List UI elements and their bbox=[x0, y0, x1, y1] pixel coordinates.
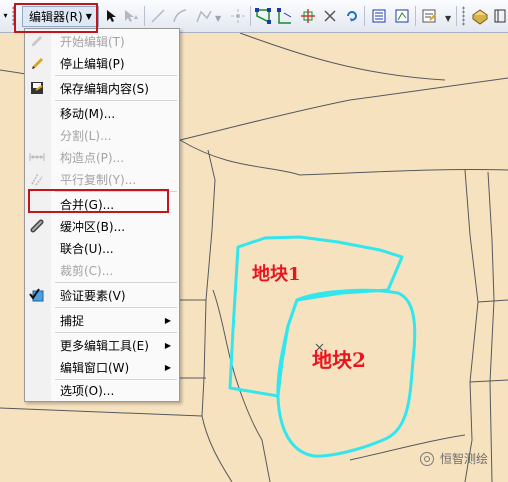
menu-item-move[interactable]: 移动(M)... bbox=[25, 102, 179, 124]
pencil-icon bbox=[29, 33, 45, 49]
annotation-edit-icon[interactable] bbox=[121, 6, 141, 26]
create-features-icon[interactable] bbox=[419, 6, 439, 26]
watermark-logo-icon bbox=[420, 451, 434, 466]
construct-points-icon bbox=[29, 149, 45, 165]
menu-item-buffer[interactable]: 缓冲区(B)... bbox=[25, 215, 179, 237]
menu-item-copy-parallel[interactable]: 平行复制(Y)... bbox=[25, 168, 179, 190]
point-icon[interactable] bbox=[228, 6, 248, 26]
edit-tool-icon[interactable] bbox=[101, 6, 121, 26]
copy-parallel-icon bbox=[29, 171, 45, 187]
menu-item-save-edits[interactable]: 保存编辑内容(S) bbox=[25, 77, 179, 99]
menu-separator bbox=[55, 332, 177, 333]
watermark: 恒智测绘 bbox=[420, 450, 488, 467]
split-icon[interactable] bbox=[320, 6, 340, 26]
menu-item-more-editing-tools[interactable]: 更多编辑工具(E) ▶ bbox=[25, 334, 179, 356]
menu-item-construct-points[interactable]: 构造点(P)... bbox=[25, 146, 179, 168]
submenu-arrow-icon: ▶ bbox=[164, 362, 171, 372]
editor-dropdown-menu: 开始编辑(T) 停止编辑(P) 保存编辑内容(S) 移动(M)... 分割(L)… bbox=[24, 28, 180, 402]
topology-icon[interactable] bbox=[470, 6, 490, 26]
toolbar-separator bbox=[415, 6, 416, 26]
parcel-1-label: 地块1 bbox=[252, 264, 301, 285]
menu-item-snapping[interactable]: 捕捉 ▶ bbox=[25, 309, 179, 331]
trace-icon[interactable] bbox=[194, 6, 214, 26]
sketch-properties-icon[interactable] bbox=[392, 6, 412, 26]
validate-features-icon bbox=[29, 287, 45, 303]
menu-item-union[interactable]: 联合(U)... bbox=[25, 237, 179, 259]
rotate-icon[interactable] bbox=[342, 6, 362, 26]
menu-separator bbox=[55, 282, 177, 283]
save-edits-icon bbox=[29, 80, 45, 96]
toolbar-grip-icon[interactable] bbox=[462, 6, 465, 26]
submenu-arrow-icon: ▶ bbox=[164, 340, 171, 350]
menu-item-stop-editing[interactable]: 停止编辑(P) bbox=[25, 52, 179, 74]
toolbar-separator bbox=[456, 6, 457, 26]
attributes-icon[interactable] bbox=[369, 6, 389, 26]
edit-vertices-icon[interactable] bbox=[253, 6, 273, 26]
merge-item-highlight-box bbox=[28, 189, 169, 213]
toolbar-separator bbox=[364, 6, 365, 26]
reshape-feature-icon[interactable] bbox=[275, 6, 295, 26]
cut-polygons-icon[interactable] bbox=[298, 6, 318, 26]
endpoint-arc-icon[interactable] bbox=[170, 6, 190, 26]
menu-item-options[interactable]: 选项(O)... bbox=[25, 379, 179, 401]
submenu-arrow-icon: ▶ bbox=[164, 315, 171, 325]
toolbar-separator bbox=[144, 6, 145, 26]
menu-item-editing-windows[interactable]: 编辑窗口(W) ▶ bbox=[25, 356, 179, 378]
create-features-dropdown-icon[interactable]: ▼ bbox=[445, 14, 451, 23]
menu-item-start-editing[interactable]: 开始编辑(T) bbox=[25, 30, 179, 52]
stop-pencil-icon bbox=[29, 55, 45, 71]
menu-separator bbox=[55, 100, 177, 101]
buffer-icon bbox=[29, 218, 45, 234]
menu-separator bbox=[55, 307, 177, 308]
menu-separator bbox=[55, 75, 177, 76]
menu-item-clip[interactable]: 裁剪(C)... bbox=[25, 259, 179, 281]
toolbar-options-icon[interactable]: ▾ bbox=[1, 6, 10, 26]
trace-dropdown-icon[interactable]: ▼ bbox=[215, 14, 221, 23]
straight-segment-icon[interactable] bbox=[148, 6, 168, 26]
menu-item-validate-features[interactable]: 验证要素(V) bbox=[25, 284, 179, 306]
parcel-2-label: 地块2 bbox=[312, 348, 366, 372]
toolbar-separator bbox=[250, 6, 251, 26]
editor-menu-highlight-box bbox=[14, 3, 98, 33]
toolbar-overflow-icon[interactable] bbox=[492, 6, 508, 26]
menu-item-split[interactable]: 分割(L)... bbox=[25, 124, 179, 146]
watermark-text: 恒智测绘 bbox=[440, 452, 489, 466]
